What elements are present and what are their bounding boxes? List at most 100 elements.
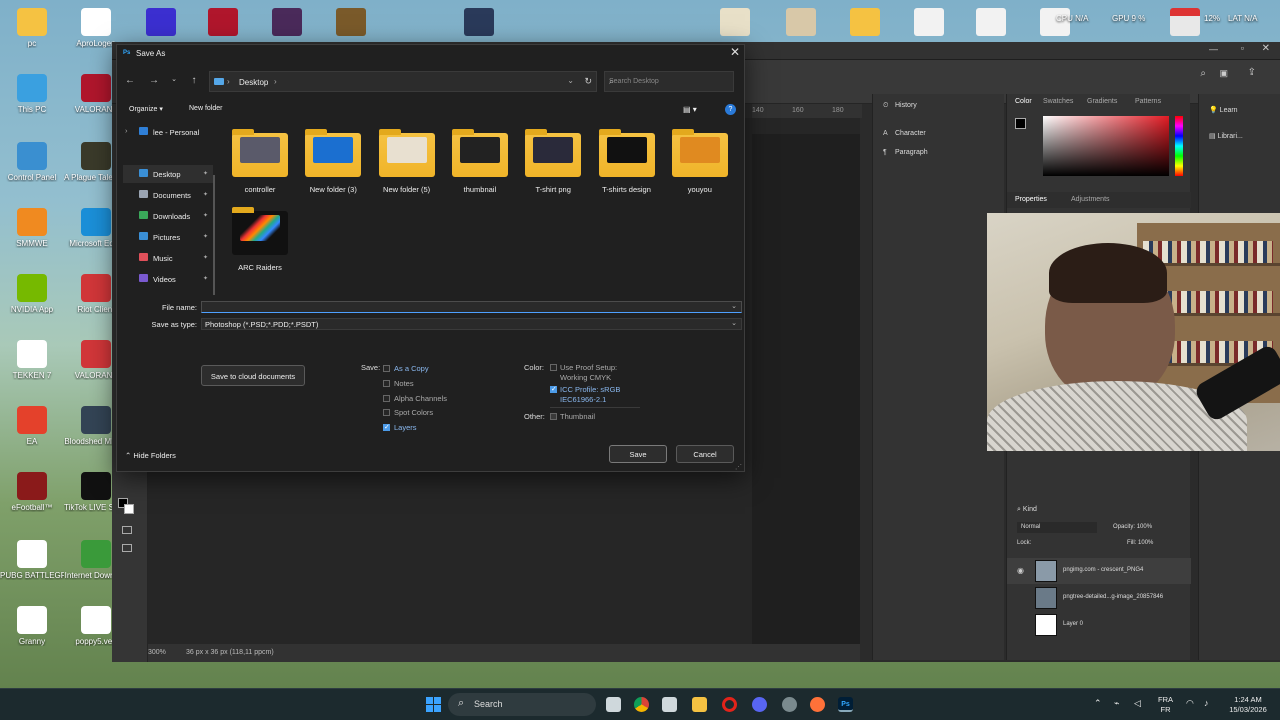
desktop-icon-folder1[interactable] [850,8,880,36]
desktop-icon[interactable]: pc [0,8,64,48]
file-item[interactable]: New folder (3) [298,129,368,203]
layer-row[interactable]: ◉ pngimg.com - crescent_PNG4 [1007,558,1191,584]
desktop-icon[interactable]: TEKKEN 7 [0,340,64,380]
help-icon[interactable]: ? [725,104,736,115]
blend-mode-select[interactable]: Normal [1017,522,1097,533]
chevron-down-icon[interactable]: ⌄ [731,302,737,310]
nav-item[interactable]: Documents ✦ [123,186,213,204]
learn-row[interactable]: 💡 Learn [1209,106,1238,114]
close-icon[interactable]: ✕ [730,45,740,59]
layer-row[interactable]: Layer 0 [1007,612,1191,638]
organize-button[interactable]: Organize ▾ [129,105,163,113]
new-folder-button[interactable]: New folder [189,105,222,112]
snipping-icon[interactable] [662,697,677,712]
speaker-icon[interactable]: ◁ [1134,698,1141,709]
expand-chevron-icon[interactable]: › [125,126,128,135]
maximize-icon[interactable]: ▫ [1241,43,1244,53]
nav-scrollbar[interactable] [213,175,215,295]
save-option-checkbox[interactable] [383,423,390,432]
save-option-checkbox[interactable] [383,394,390,402]
thumbnail-checkbox[interactable] [550,413,557,420]
tab-swatches[interactable]: Swatches [1043,98,1073,105]
firefox-icon[interactable] [810,697,825,712]
nav-item[interactable]: Pictures ✦ [123,228,213,246]
file-explorer-icon[interactable] [692,697,707,712]
file-item[interactable]: T-shirt png [518,129,588,203]
nav-item[interactable]: Music ✦ [123,249,213,267]
nav-item[interactable]: Downloads ✦ [123,207,213,225]
tab-gradients[interactable]: Gradients [1087,98,1117,105]
zoom-level[interactable]: 300% [148,649,166,656]
wifi-icon[interactable]: ◠ [1186,698,1194,709]
layer-row[interactable]: pngtree-detailed...g-image_20857846 [1007,585,1191,611]
desktop-icon[interactable]: This PC [0,74,64,114]
file-item[interactable]: ARC Raiders [225,207,295,281]
settings-icon[interactable] [782,697,797,712]
desktop-icon-doc1[interactable] [914,8,944,36]
search-icon[interactable]: ⌕ [1200,68,1206,79]
character-row[interactable]: A Character [883,130,926,137]
up-arrow-icon[interactable]: ↑ [187,75,201,86]
file-item[interactable]: New folder (5) [372,129,442,203]
icc-profile-checkbox[interactable] [550,385,557,393]
tab-adjustments[interactable]: Adjustments [1071,196,1110,203]
tab-properties[interactable]: Properties [1015,196,1047,203]
nav-item[interactable]: Videos ✦ [123,270,213,288]
back-arrow-icon[interactable]: ← [123,75,137,86]
chevron-down-icon[interactable]: ⌄ [731,319,737,327]
desktop-icon-shirt1[interactable] [720,8,750,36]
forward-arrow-icon[interactable]: → [147,75,161,86]
start-button[interactable] [426,697,441,712]
tab-patterns[interactable]: Patterns [1135,98,1161,105]
workspace-icon[interactable]: ▣ [1219,68,1228,79]
nav-item[interactable]: › lee - Personal [123,123,213,141]
discord-icon[interactable] [752,697,767,712]
save-button[interactable]: Save [609,445,667,463]
eye-icon[interactable]: ◉ [1017,566,1024,575]
file-item[interactable]: youyou [665,129,735,203]
share-icon[interactable]: ⇪ [1248,67,1256,78]
resize-grip-icon[interactable]: ⋰ [735,463,742,471]
desktop-icon-doc2[interactable] [976,8,1006,36]
doc-info[interactable]: 36 px x 36 px (118,11 ppcm) [186,649,274,656]
desktop-icon[interactable]: eFootball™ [0,472,64,512]
recent-chevron-down-icon[interactable]: ⌄ [167,75,181,83]
file-item[interactable]: T-shirts design [592,129,662,203]
tab-color[interactable]: Color [1015,98,1032,105]
refresh-icon[interactable]: ↻ [584,76,592,87]
layers-filter-kind[interactable]: ⌕ Kind [1017,506,1037,514]
screen-mode-icon[interactable] [122,544,132,552]
save-as-type-select[interactable]: Photoshop (*.PSD;*.PDD;*.PSDT) ⌄ [201,318,742,330]
fill-control[interactable]: Fill: 100% [1127,540,1153,546]
background-swatch[interactable] [124,504,134,514]
fg-color-chip[interactable] [1015,118,1026,129]
opacity-control[interactable]: Opacity: 100% [1113,524,1152,530]
color-picker-field[interactable] [1043,116,1169,176]
proof-setup-checkbox[interactable] [550,364,557,371]
desktop-icon[interactable]: Granny [0,606,64,646]
address-bar[interactable]: › Desktop › ⌄ ↻ [209,71,597,92]
breadcrumb-chevron-icon[interactable]: › [274,77,277,86]
desktop-icon[interactable]: NVIDIA App [0,274,64,314]
save-option-checkbox[interactable] [383,379,390,387]
libraries-row[interactable]: ▤ Librari... [1209,132,1243,140]
address-dropdown-icon[interactable]: ⌄ [567,76,574,85]
desktop-icon[interactable]: Control Panel [0,142,64,182]
view-options-icon[interactable]: ▤ ▾ [683,105,697,114]
paragraph-row[interactable]: ¶ Paragraph [883,149,928,156]
chevron-up-icon[interactable]: ⌃ [1094,698,1102,709]
language-indicator[interactable]: FRA FR [1158,695,1173,715]
chrome-icon[interactable] [634,697,649,712]
file-item[interactable]: thumbnail [445,129,515,203]
hue-slider[interactable] [1175,116,1183,176]
minimize-icon[interactable]: — [1209,44,1218,54]
hide-folders-toggle[interactable]: ⌃ Hide Folders [125,451,176,460]
taskbar-search[interactable]: ⌕ Search [448,693,596,716]
file-item[interactable]: controller [225,129,295,203]
desktop-icon[interactable]: EA [0,406,64,446]
file-name-input[interactable]: ⌄ [201,301,742,313]
desktop-icon-thumb1[interactable] [272,8,302,36]
nav-item[interactable]: Desktop ✦ [123,165,213,183]
desktop-icon-thumb2[interactable] [336,8,366,36]
clock[interactable]: 1:24 AM 15/03/2026 [1222,695,1274,715]
